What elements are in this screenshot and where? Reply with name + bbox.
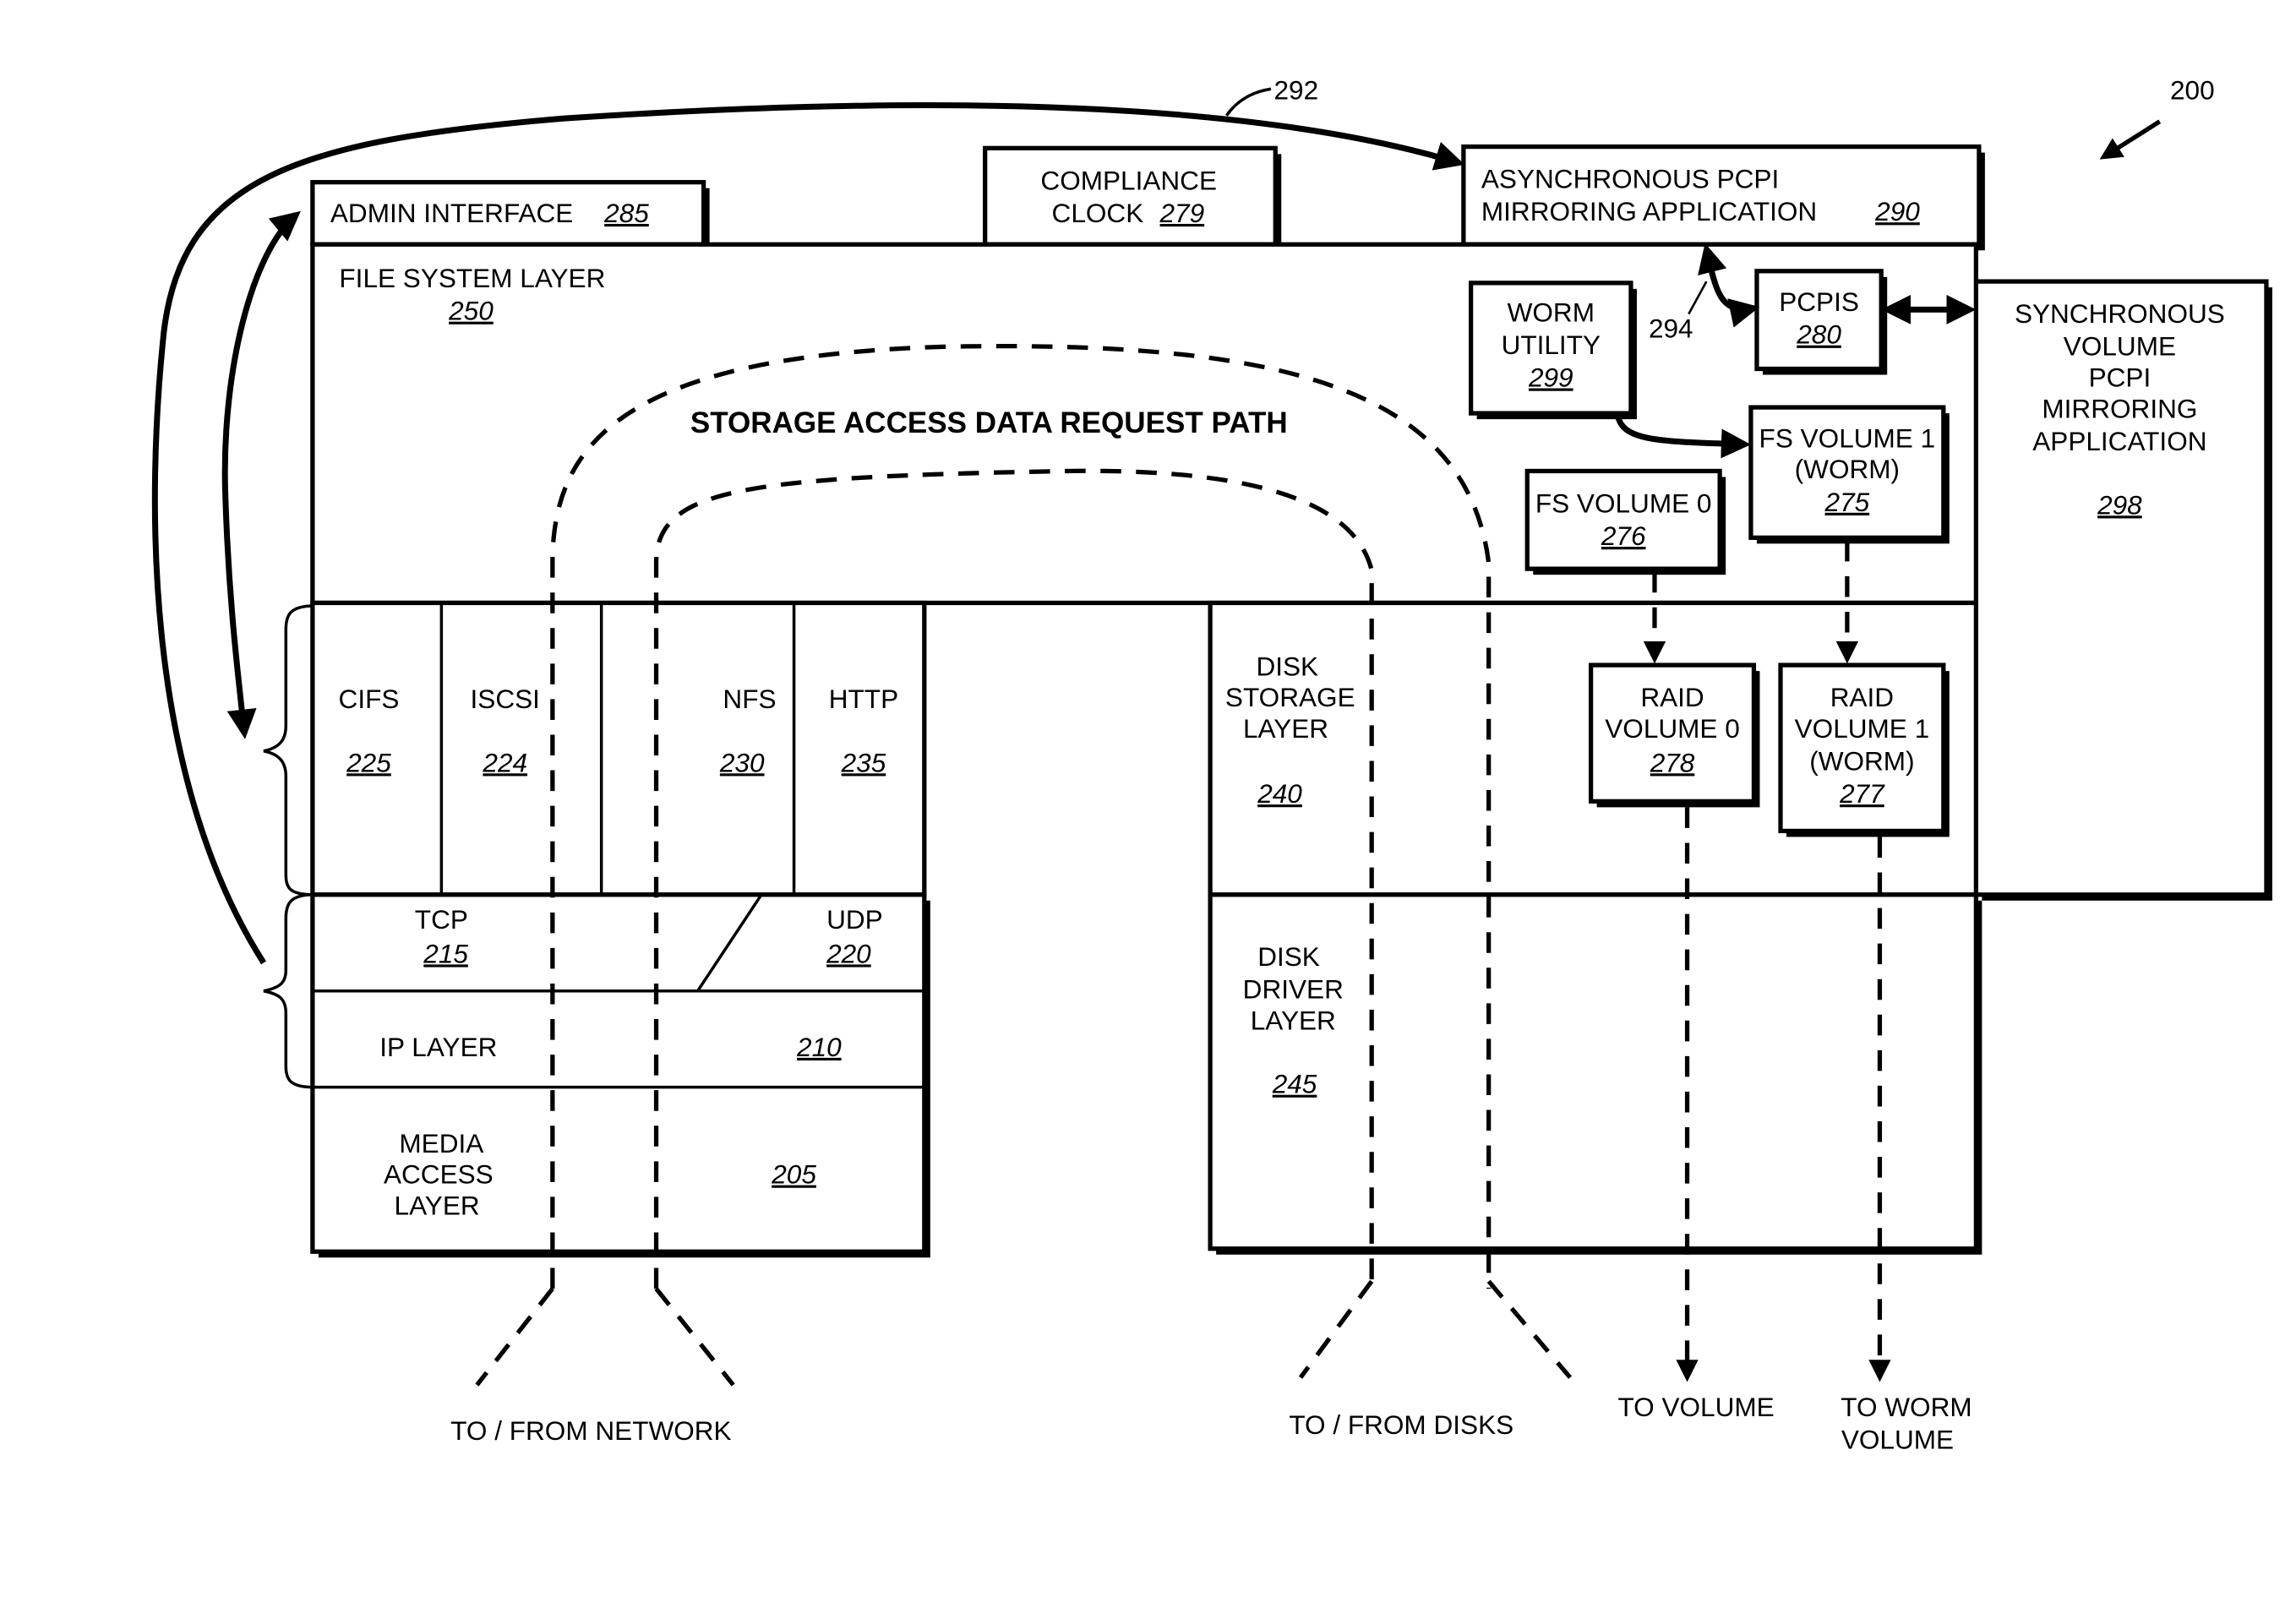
- raid-volume-1-line3: (WORM): [1809, 746, 1914, 777]
- svg-text:210: 210: [796, 1032, 842, 1062]
- protocol-layer: [310, 600, 927, 897]
- svg-text:LAYER: LAYER: [395, 1190, 480, 1220]
- svg-text:215: 215: [423, 938, 468, 968]
- worm-utility-line2: UTILITY: [1502, 330, 1601, 360]
- sync-mirroring-line4: MIRRORING: [2042, 393, 2197, 423]
- worm-utility-ref: 299: [1528, 363, 1573, 393]
- async-mirroring-line2: MIRRORING APPLICATION: [1481, 196, 1817, 226]
- svg-text:225: 225: [346, 747, 391, 777]
- network-flare-right: [654, 1287, 735, 1387]
- svg-text:HTTP: HTTP: [829, 684, 898, 714]
- ref-292-leader: [1224, 87, 1272, 117]
- async-mirroring-ref: 290: [1874, 196, 1920, 226]
- svg-text:IP LAYER: IP LAYER: [379, 1032, 497, 1062]
- svg-text:DISK: DISK: [1257, 941, 1320, 972]
- admin-interface-ref: 285: [603, 198, 649, 228]
- network-flare-left: [475, 1287, 554, 1387]
- svg-text:ACCESS: ACCESS: [384, 1159, 494, 1190]
- ref-294: 294: [1649, 313, 1693, 344]
- to-from-disks-label: TO / FROM DISKS: [1289, 1409, 1513, 1440]
- raid-volume-1-line2: VOLUME 1: [1795, 713, 1930, 744]
- raid-volume-1-line1: RAID: [1830, 682, 1894, 712]
- svg-text:240: 240: [1257, 778, 1302, 809]
- to-worm-volume-line2: VOLUME: [1841, 1424, 1954, 1454]
- svg-text:235: 235: [841, 747, 886, 777]
- svg-text:245: 245: [1272, 1069, 1317, 1099]
- raid-volume-0-ref: 278: [1650, 747, 1695, 777]
- sync-mirroring-ref: 298: [2097, 489, 2142, 520]
- worm-utility-line1: WORM: [1508, 297, 1595, 327]
- svg-text:LAYER: LAYER: [1251, 1005, 1336, 1035]
- to-worm-volume-line1: TO WORM: [1841, 1392, 1972, 1422]
- fs-volume-1-ref: 275: [1824, 487, 1870, 517]
- admin-interface-label: ADMIN INTERFACE: [330, 198, 573, 228]
- request-path-title: STORAGE ACCESS DATA REQUEST PATH: [690, 406, 1288, 439]
- network-brace: [263, 893, 314, 1089]
- figure-ref: 200: [2170, 74, 2215, 105]
- svg-text:DRIVER: DRIVER: [1243, 973, 1344, 1004]
- pcpis-ref: 280: [1796, 319, 1841, 350]
- svg-text:TCP: TCP: [415, 904, 468, 935]
- svg-text:UDP: UDP: [826, 904, 883, 935]
- fs-volume-1-line1: FS VOLUME 1: [1759, 422, 1936, 453]
- async-mirroring-line1: ASYNCHRONOUS PCPI: [1481, 164, 1779, 194]
- svg-text:224: 224: [482, 747, 527, 777]
- compliance-clock-box: [983, 145, 1278, 247]
- fs-volume-0-line1: FS VOLUME 0: [1535, 488, 1712, 519]
- svg-text:205: 205: [771, 1159, 816, 1190]
- file-system-ref: 250: [448, 296, 494, 326]
- raid-volume-1-ref: 277: [1839, 778, 1885, 809]
- disks-flare-right: [1486, 1279, 1573, 1379]
- disks-flare-left: [1298, 1279, 1374, 1379]
- protocol-brace: [263, 604, 314, 897]
- to-from-network-label: TO / FROM NETWORK: [450, 1415, 731, 1446]
- disk-driver-layer: [1208, 892, 1979, 1251]
- storage-os-diagram: 200 292 ADMIN INTERFACE 285 COMPLIANCE C…: [151, 74, 2272, 1454]
- file-system-label: FILE SYSTEM LAYER: [339, 263, 605, 293]
- svg-text:CIFS: CIFS: [339, 684, 400, 714]
- svg-text:DISK: DISK: [1256, 651, 1318, 681]
- compliance-clock-line1: COMPLIANCE: [1040, 165, 1217, 195]
- svg-text:230: 230: [719, 747, 765, 777]
- svg-text:MEDIA: MEDIA: [399, 1128, 483, 1158]
- sync-mirroring-line2: VOLUME: [2064, 331, 2176, 362]
- svg-text:NFS: NFS: [723, 684, 776, 714]
- svg-text:ISCSI: ISCSI: [471, 684, 540, 714]
- figure-ref-arrow: [2099, 119, 2162, 160]
- svg-text:220: 220: [826, 938, 871, 968]
- fs-volume-1-line2: (WORM): [1795, 454, 1900, 484]
- pcpis-label: PCPIS: [1779, 286, 1859, 317]
- raid-volume-0-line1: RAID: [1640, 682, 1704, 712]
- compliance-clock-ref: 279: [1159, 198, 1205, 228]
- to-volume-label: TO VOLUME: [1617, 1392, 1774, 1422]
- svg-text:LAYER: LAYER: [1243, 713, 1328, 744]
- sync-mirroring-line5: APPLICATION: [2032, 426, 2206, 456]
- ref-292: 292: [1273, 74, 1318, 105]
- svg-text:STORAGE: STORAGE: [1225, 682, 1355, 712]
- compliance-clock-line2: CLOCK: [1052, 198, 1144, 228]
- fs-volume-0-ref: 276: [1601, 521, 1646, 551]
- raid-volume-0-line2: VOLUME 0: [1605, 713, 1740, 744]
- sync-mirroring-line1: SYNCHRONOUS: [2015, 298, 2225, 329]
- sync-mirroring-line3: PCPI: [2089, 363, 2151, 393]
